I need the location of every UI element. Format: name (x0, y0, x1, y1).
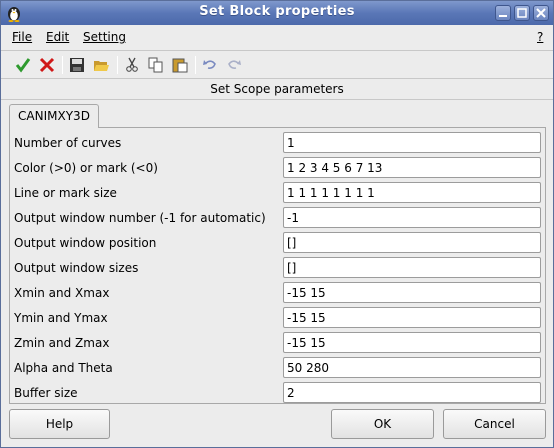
output-window-position-input[interactable] (283, 232, 541, 253)
menu-bar: File Edit Setting ? (1, 25, 553, 51)
color-or-mark-input[interactable] (283, 157, 541, 178)
param-label: Line or mark size (14, 186, 117, 200)
undo-icon (203, 60, 216, 69)
cut-icon (126, 57, 138, 72)
toolbar-separator (62, 56, 63, 74)
paste-button[interactable] (170, 55, 190, 75)
line-or-mark-size-input[interactable] (283, 182, 541, 203)
window-title: Set Block properties (199, 4, 355, 19)
menu-help[interactable]: ? (537, 30, 543, 44)
buffer-size-input[interactable] (283, 382, 541, 403)
parameters-panel: Number of curves Color (>0) or mark (<0)… (9, 127, 546, 404)
open-folder-icon (94, 61, 109, 71)
param-label: Color (>0) or mark (<0) (14, 161, 158, 175)
param-label: Output window sizes (14, 261, 139, 275)
open-button[interactable] (91, 55, 111, 75)
dialog-subtitle: Set Scope parameters (1, 80, 553, 100)
param-row-window-position: Output window position (14, 232, 542, 254)
save-icon (70, 58, 84, 72)
help-button[interactable]: Help (9, 409, 110, 439)
xmin-xmax-input[interactable] (283, 282, 541, 303)
menu-edit[interactable]: Edit (46, 30, 69, 44)
copy-icon (148, 57, 163, 73)
param-row-y-range: Ymin and Ymax (14, 307, 542, 329)
cancel-button[interactable]: Cancel (443, 409, 546, 439)
toolbar-separator (117, 56, 118, 74)
param-row-buffer-size: Buffer size (14, 382, 542, 404)
redo-icon (228, 60, 241, 69)
dialog-window: Set Block properties File Edit Setting ? (0, 0, 554, 448)
close-window-button[interactable] (533, 5, 549, 21)
close-icon (536, 8, 546, 18)
param-row-window-number: Output window number (-1 for automatic) (14, 207, 542, 229)
ymin-ymax-input[interactable] (283, 307, 541, 328)
redo-button[interactable] (224, 55, 244, 75)
discard-button[interactable] (37, 55, 57, 75)
param-row-x-range: Xmin and Xmax (14, 282, 542, 304)
output-window-number-input[interactable] (283, 207, 541, 228)
undo-button[interactable] (200, 55, 220, 75)
cut-button[interactable] (122, 55, 142, 75)
param-label: Xmin and Xmax (14, 286, 110, 300)
param-row-alpha-theta: Alpha and Theta (14, 357, 542, 379)
param-label: Number of curves (14, 136, 122, 150)
param-label: Buffer size (14, 386, 78, 400)
minimize-button[interactable] (495, 5, 511, 21)
param-row-z-range: Zmin and Zmax (14, 332, 542, 354)
param-row-window-sizes: Output window sizes (14, 257, 542, 279)
toolbar (1, 52, 553, 79)
param-row-number-of-curves: Number of curves (14, 132, 542, 154)
output-window-sizes-input[interactable] (283, 257, 541, 278)
check-icon (15, 58, 31, 73)
alpha-theta-input[interactable] (283, 357, 541, 378)
copy-button[interactable] (146, 55, 166, 75)
minimize-icon (499, 15, 507, 17)
cross-icon (39, 57, 55, 73)
maximize-button[interactable] (514, 5, 530, 21)
apply-button[interactable] (13, 55, 33, 75)
param-row-line-size: Line or mark size (14, 182, 542, 204)
number-of-curves-input[interactable] (283, 132, 541, 153)
param-label: Alpha and Theta (14, 361, 113, 375)
save-button[interactable] (67, 55, 87, 75)
param-label: Zmin and Zmax (14, 336, 110, 350)
ok-button[interactable]: OK (331, 409, 434, 439)
title-bar[interactable]: Set Block properties (1, 1, 553, 25)
tab-canimxy3d[interactable]: CANIMXY3D (9, 104, 99, 128)
menu-setting[interactable]: Setting (83, 30, 126, 44)
menu-file[interactable]: File (12, 30, 32, 44)
param-label: Ymin and Ymax (14, 311, 108, 325)
toolbar-separator (195, 56, 196, 74)
param-label: Output window position (14, 236, 157, 250)
param-label: Output window number (-1 for automatic) (14, 211, 266, 225)
maximize-icon (517, 8, 527, 18)
param-row-color: Color (>0) or mark (<0) (14, 157, 542, 179)
paste-icon (172, 58, 188, 73)
zmin-zmax-input[interactable] (283, 332, 541, 353)
